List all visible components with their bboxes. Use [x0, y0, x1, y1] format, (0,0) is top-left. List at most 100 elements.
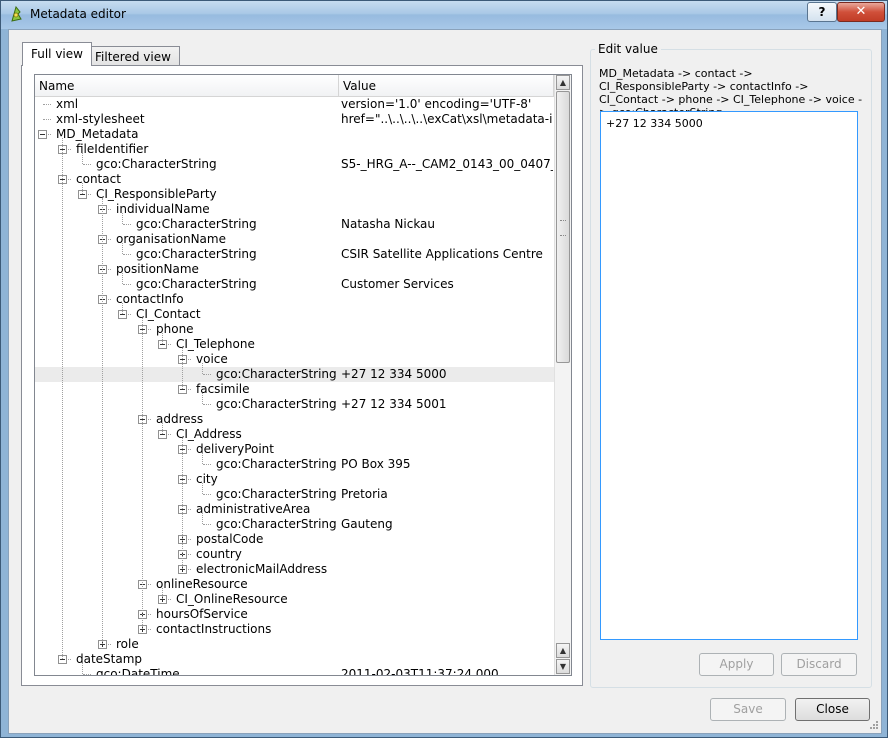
tree-guide-line [62, 138, 63, 659]
tree-row[interactable]: address [35, 412, 554, 427]
tree-connector [123, 224, 131, 225]
scroll-up-arrow-icon[interactable]: ▲ [556, 75, 570, 90]
tree-row[interactable]: hoursOfService [35, 607, 554, 622]
tree-node-name: CI_ResponsibleParty [96, 187, 217, 201]
tree-row[interactable]: xml-stylesheet href="..\..\..\..\exCat\xs… [35, 112, 554, 127]
metadata-editor-window: Metadata editor ? ✕ Full view Filtered v… [0, 0, 888, 738]
tree-row[interactable]: xml version='1.0' encoding='UTF-8' [35, 97, 554, 112]
tree-row[interactable]: MD_Metadata [35, 127, 554, 142]
tree-node-name: CI_Contact [136, 307, 201, 321]
tree-guide-line [202, 513, 203, 524]
tree-row[interactable]: contactInfo [35, 292, 554, 307]
help-button[interactable]: ? [807, 2, 837, 22]
tree-node-name: CI_OnlineResource [176, 592, 288, 606]
vertical-scrollbar[interactable]: ▲ ▲ ▼ [554, 75, 571, 675]
tree-node-name: contactInstructions [156, 622, 272, 636]
tree-row[interactable]: CI_ResponsibleParty [35, 187, 554, 202]
tree-guide-line [182, 348, 183, 389]
resize-grip-icon[interactable] [869, 720, 879, 730]
scroll-up-arrow-icon[interactable]: ▲ [556, 643, 570, 658]
tree-row[interactable]: gco:CharacterString +27 12 334 5001 [35, 397, 554, 412]
tree-guide-line [202, 363, 203, 374]
tree-guide-line [162, 588, 163, 599]
tree-connector [123, 284, 131, 285]
tree-node-name: MD_Metadata [56, 127, 139, 141]
tree-row[interactable]: individualName [35, 202, 554, 217]
tree-row[interactable]: electronicMailAddress [35, 562, 554, 577]
tree-row[interactable]: gco:CharacterString Pretoria [35, 487, 554, 502]
tree-node-value: Gauteng [341, 517, 393, 531]
tree-connector [203, 494, 211, 495]
tree-node-name: gco:CharacterString [136, 217, 257, 231]
tab-filtered-view[interactable]: Filtered view [86, 46, 180, 66]
tree-node-name: CI_Address [176, 427, 242, 441]
tree-row[interactable]: CI_Address [35, 427, 554, 442]
tree-row[interactable]: onlineResource [35, 577, 554, 592]
column-header-value[interactable]: Value [339, 75, 554, 96]
title-bar[interactable]: Metadata editor ? ✕ [1, 1, 887, 29]
save-button[interactable]: Save [710, 698, 786, 721]
window-close-button[interactable]: ✕ [837, 2, 885, 22]
metadata-tree[interactable]: Name Value xml version='1.0' encoding='UT… [34, 74, 572, 676]
scroll-down-arrow-icon[interactable]: ▼ [556, 659, 570, 674]
grip-icon [560, 220, 566, 236]
scrollbar-thumb[interactable] [556, 91, 570, 363]
close-button[interactable]: Close [795, 698, 870, 721]
collapse-minus-icon[interactable] [38, 130, 47, 139]
tree-node-value: S5-_HRG_A--_CAM2_0143_00_0407_00... [341, 157, 553, 171]
tree-guide-line [122, 273, 123, 284]
full-view-panel: Name Value xml version='1.0' encoding='UT… [21, 65, 583, 686]
discard-button[interactable]: Discard [781, 653, 857, 676]
tree-node-name: administrativeArea [196, 502, 311, 516]
qgis-app-icon [11, 6, 22, 22]
tree-row[interactable]: gco:CharacterString Customer Services [35, 277, 554, 292]
tree-row[interactable]: gco:CharacterString +27 12 334 5000 [35, 367, 554, 382]
tree-guide-line [202, 483, 203, 494]
tree-row[interactable]: dateStamp [35, 652, 554, 667]
tree-guide-line [122, 243, 123, 254]
tree-node-value: Pretoria [341, 487, 388, 501]
tree-row[interactable]: administrativeArea [35, 502, 554, 517]
dialog-client-area: Full view Filtered view Name Value xml ve… [8, 29, 882, 734]
tree-row[interactable]: fileIdentifier [35, 142, 554, 157]
tree-row[interactable]: gco:CharacterString Natasha Nickau [35, 217, 554, 232]
column-header-name[interactable]: Name [35, 75, 339, 96]
tree-row[interactable]: postalCode [35, 532, 554, 547]
tree-row[interactable]: CI_OnlineResource [35, 592, 554, 607]
value-editor[interactable]: +27 12 334 5000 [600, 111, 858, 640]
tree-node-value: version='1.0' encoding='UTF-8' [341, 97, 532, 111]
tree-node-name: gco:DateTime [96, 667, 180, 675]
tree-row[interactable]: deliveryPoint [35, 442, 554, 457]
tree-row[interactable]: CI_Telephone [35, 337, 554, 352]
tree-row[interactable]: contactInstructions [35, 622, 554, 637]
tree-guide-line [82, 153, 83, 164]
tree-row[interactable]: contact [35, 172, 554, 187]
tree-row[interactable]: positionName [35, 262, 554, 277]
tree-row[interactable]: city [35, 472, 554, 487]
tree-row[interactable]: gco:CharacterString CSIR Satellite Applic… [35, 247, 554, 262]
tree-connector [83, 164, 91, 165]
tree-guide-line [182, 438, 183, 569]
tree-guide-line [122, 213, 123, 224]
tree-row[interactable]: gco:CharacterString S5-_HRG_A--_CAM2_0143… [35, 157, 554, 172]
tree-row[interactable]: voice [35, 352, 554, 367]
tree-connector [83, 674, 91, 675]
tree-node-value: PO Box 395 [341, 457, 411, 471]
tree-row[interactable]: CI_Contact [35, 307, 554, 322]
tree-guide-line [102, 198, 103, 644]
tree-node-name: voice [196, 352, 228, 366]
tree-row[interactable]: facsimile [35, 382, 554, 397]
tree-row[interactable]: gco:CharacterString PO Box 395 [35, 457, 554, 472]
tree-guide-line [82, 183, 83, 194]
apply-button[interactable]: Apply [699, 653, 774, 676]
tree-row[interactable]: country [35, 547, 554, 562]
tab-full-view[interactable]: Full view [22, 42, 92, 66]
tree-header: Name Value [35, 75, 554, 97]
tree-row[interactable]: gco:CharacterString Gauteng [35, 517, 554, 532]
tree-node-name: onlineResource [156, 577, 248, 591]
tree-node-value: Customer Services [341, 277, 454, 291]
tree-row[interactable]: gco:DateTime 2011-02-03T11:37:24.000 [35, 667, 554, 675]
tree-row[interactable]: role [35, 637, 554, 652]
tree-row[interactable]: organisationName [35, 232, 554, 247]
tree-row[interactable]: phone [35, 322, 554, 337]
